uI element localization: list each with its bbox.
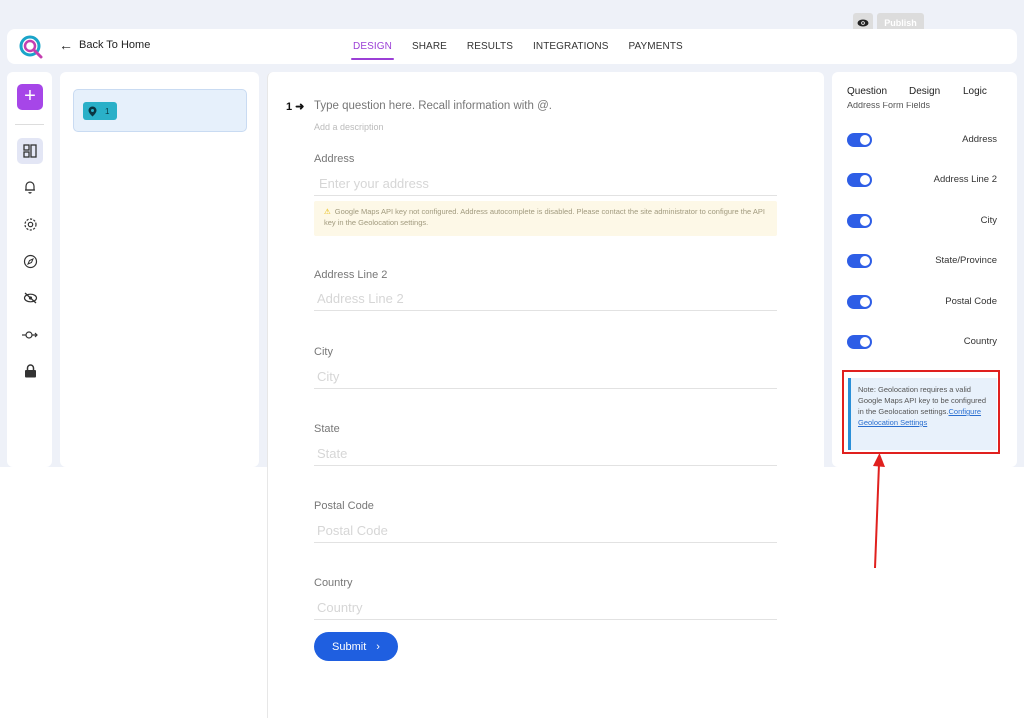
lock-button[interactable] [17,358,43,384]
question-card[interactable]: 1 [73,89,247,132]
postal-code-label: Postal Code [314,500,374,512]
left-toolbar: + [7,72,52,467]
address-line-2-label: Address Line 2 [314,269,388,281]
settings-button[interactable] [17,211,43,237]
toggle-label: Address Line 2 [933,174,997,185]
gear-icon [23,217,37,231]
back-to-home-label: Back To Home [79,39,151,51]
chevron-right-icon: › [376,640,380,653]
toggle-row-country: Country [847,335,997,351]
location-pin-icon [88,106,97,116]
bell-icon [25,181,35,194]
description-input[interactable]: Add a description [314,122,384,132]
arrow-left-icon: ← [59,37,73,53]
question-number: 1 [105,106,110,116]
key-icon [22,331,38,339]
question-title-input[interactable]: Type question here. Recall information w… [314,100,552,112]
question-index: 1 ➜ [286,101,305,113]
toggle-row-city: City [847,214,997,230]
top-navigation-bar: ← Back To Home DESIGN SHARE RESULTS INTE… [7,29,1017,64]
toggle-row-postal-code: Postal Code [847,295,997,311]
toggle-label: Country [963,336,997,347]
state-input[interactable]: State [314,446,777,466]
compass-icon [23,254,37,268]
webhook-button[interactable] [17,322,43,348]
address-label: Address [314,153,355,165]
toggle-row-state: State/Province [847,254,997,270]
tab-logic[interactable]: Logic [963,72,987,112]
navigation-button[interactable] [17,248,43,274]
country-toggle[interactable] [847,335,872,349]
warning-icon: ⚠ [324,207,331,216]
eye-off-icon [23,292,37,304]
country-label: Country [314,577,353,589]
city-input[interactable]: City [314,369,777,389]
address-line-2-input[interactable]: Address Line 2 [314,291,777,311]
add-icon: + [24,85,36,107]
city-label: City [314,346,333,358]
annotation-highlight-box [842,370,1000,454]
toggle-row-address: Address [847,133,997,149]
warning-text: Google Maps API key not configured. Addr… [324,207,765,227]
layout-button[interactable] [17,138,43,164]
eye-icon [857,19,869,27]
state-toggle[interactable] [847,254,872,268]
tab-share[interactable]: SHARE [402,29,457,64]
toggle-label: Postal Code [945,296,997,307]
question-list-panel: 1 [60,72,259,467]
add-question-button[interactable]: + [17,84,43,110]
address-input[interactable]: Enter your address [314,176,777,196]
address-line-2-toggle[interactable] [847,173,872,187]
toggle-label: State/Province [935,255,997,266]
state-label: State [314,423,340,435]
annotation-arrow [873,453,885,569]
api-key-warning: ⚠ Google Maps API key not configured. Add… [314,201,777,236]
divider [15,124,44,125]
question-badge: 1 [83,102,117,120]
tab-results[interactable]: RESULTS [457,29,523,64]
submit-button[interactable]: Submit › [314,632,398,661]
toggle-label: Address [962,134,997,145]
submit-label: Submit [332,640,367,653]
address-toggle[interactable] [847,133,872,147]
city-toggle[interactable] [847,214,872,228]
tab-design[interactable]: DESIGN [343,29,402,64]
tab-integrations[interactable]: INTEGRATIONS [523,29,618,64]
postal-code-toggle[interactable] [847,295,872,309]
lock-icon [24,364,36,378]
toggle-label: City [980,215,997,226]
main-tabs: DESIGN SHARE RESULTS INTEGRATIONS PAYMEN… [343,29,693,64]
notifications-button[interactable] [17,174,43,200]
app-logo [17,33,45,61]
question-editor: 1 ➜ Type question here. Recall informati… [267,72,824,718]
back-to-home-link[interactable]: ← Back To Home [59,37,151,53]
visibility-button[interactable] [17,285,43,311]
country-input[interactable]: Country [314,600,777,620]
address-form-fields-header: Address Form Fields [847,102,931,110]
postal-code-input[interactable]: Postal Code [314,523,777,543]
tab-payments[interactable]: PAYMENTS [618,29,692,64]
layout-icon [23,144,37,158]
toggle-row-address-line-2: Address Line 2 [847,173,997,189]
